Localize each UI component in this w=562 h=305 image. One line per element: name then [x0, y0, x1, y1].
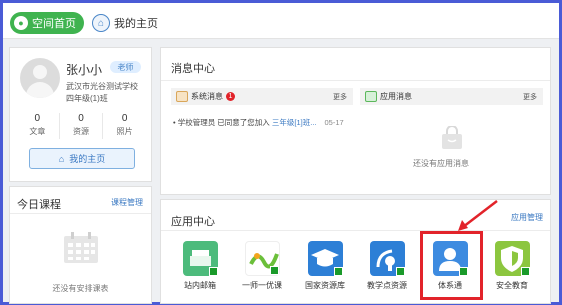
system-messages-label: 系统消息	[191, 92, 223, 101]
profile-stats: 0 文章 0 资源 0 照片	[16, 113, 146, 139]
empty-bag-icon	[442, 126, 462, 149]
course-icon	[244, 241, 280, 276]
divider	[161, 80, 550, 81]
tab-my-home-label: 我的主页	[114, 18, 158, 30]
courses-title: 今日课程	[17, 199, 61, 211]
role-badge: 老师	[110, 61, 141, 73]
message-center-panel: 消息中心 系统消息 1 更多 应用消息 更多 • 学校管理员 已同意了您加入 三…	[160, 47, 551, 195]
system-messages-header[interactable]: 系统消息 1 更多	[171, 88, 353, 105]
stat-articles[interactable]: 0 文章	[16, 113, 60, 139]
no-app-messages-text: 还没有应用消息	[413, 159, 469, 168]
home-icon: ⌂	[58, 153, 65, 164]
app-teaching-point-label: 教学点资源	[367, 281, 407, 290]
message-date: 05-17	[324, 118, 344, 127]
unread-count-badge: 1	[226, 92, 235, 101]
app-national-resource-label: 国家资源库	[305, 281, 345, 290]
divider	[10, 213, 151, 214]
app-manage-link[interactable]: 应用管理	[511, 212, 543, 223]
my-home-button-label: 我的主页	[69, 154, 106, 164]
calendar-icon	[64, 232, 98, 263]
tab-my-home[interactable]: ⌂ 我的主页	[92, 12, 158, 34]
message-center-title: 消息中心	[171, 63, 215, 75]
stat-photos[interactable]: 0 照片	[103, 113, 146, 139]
app-center-panel: 应用中心 应用管理 站内邮箱 一师一优课 国家资源库 教学点资源 体系通 安全教…	[160, 199, 551, 304]
message-class-link[interactable]: 三年级[1]班...	[272, 118, 317, 127]
mailbox-icon	[182, 241, 218, 276]
system-messages-more-link[interactable]: 更多	[333, 92, 347, 102]
app-yishi-youke[interactable]: 一师一优课	[237, 241, 287, 291]
message-icon	[176, 91, 188, 102]
app-messages-header[interactable]: 应用消息 更多	[360, 88, 543, 105]
app-center-title: 应用中心	[171, 216, 215, 228]
satellite-icon	[369, 241, 405, 276]
app-mailbox-label: 站内邮箱	[184, 281, 216, 290]
avatar[interactable]	[20, 58, 60, 98]
course-manage-link[interactable]: 课程管理	[111, 197, 143, 208]
message-text: 学校管理员 已同意了您加入	[177, 118, 272, 127]
app-national-resource[interactable]: 国家资源库	[300, 241, 350, 291]
no-course-text: 还没有安排课表	[52, 284, 109, 293]
profile-card: 张小小 老师 武汉市光谷测试学校 四年级(1)班 0 文章 0 资源 0 照片 …	[9, 47, 152, 182]
app-message-icon	[365, 91, 377, 102]
my-home-button[interactable]: ⌂ 我的主页	[29, 148, 135, 169]
app-messages-more-link[interactable]: 更多	[523, 92, 537, 102]
app-mailbox[interactable]: 站内邮箱	[175, 241, 225, 291]
app-safety-education-label: 安全教育	[496, 281, 528, 290]
school-info: 武汉市光谷测试学校 四年级(1)班	[66, 81, 152, 105]
app-messages-label: 应用消息	[380, 92, 412, 101]
shield-icon	[494, 241, 530, 276]
divider	[161, 230, 550, 231]
top-navigation: ● 空间首页 ⌂ 我的主页	[3, 3, 559, 39]
tab-space-home-label: 空间首页	[32, 18, 76, 30]
class-name: 四年级(1)班	[66, 94, 108, 103]
graduation-cap-icon	[307, 241, 343, 276]
today-courses-panel: 今日课程 课程管理 还没有安排课表	[9, 186, 152, 304]
stat-resources[interactable]: 0 资源	[60, 113, 104, 139]
message-item[interactable]: • 学校管理员 已同意了您加入 三年级[1]班... 05-17	[173, 117, 344, 128]
school-name: 武汉市光谷测试学校	[66, 82, 138, 91]
tab-space-home[interactable]: ● 空间首页	[10, 12, 84, 34]
app-teaching-point[interactable]: 教学点资源	[362, 241, 412, 291]
app-yishi-youke-label: 一师一优课	[242, 281, 282, 290]
home-icon: ⌂	[92, 14, 110, 32]
highlight-box	[420, 231, 483, 300]
user-name: 张小小	[66, 63, 103, 77]
user-icon: ●	[14, 16, 28, 30]
app-safety-education[interactable]: 安全教育	[487, 241, 537, 291]
